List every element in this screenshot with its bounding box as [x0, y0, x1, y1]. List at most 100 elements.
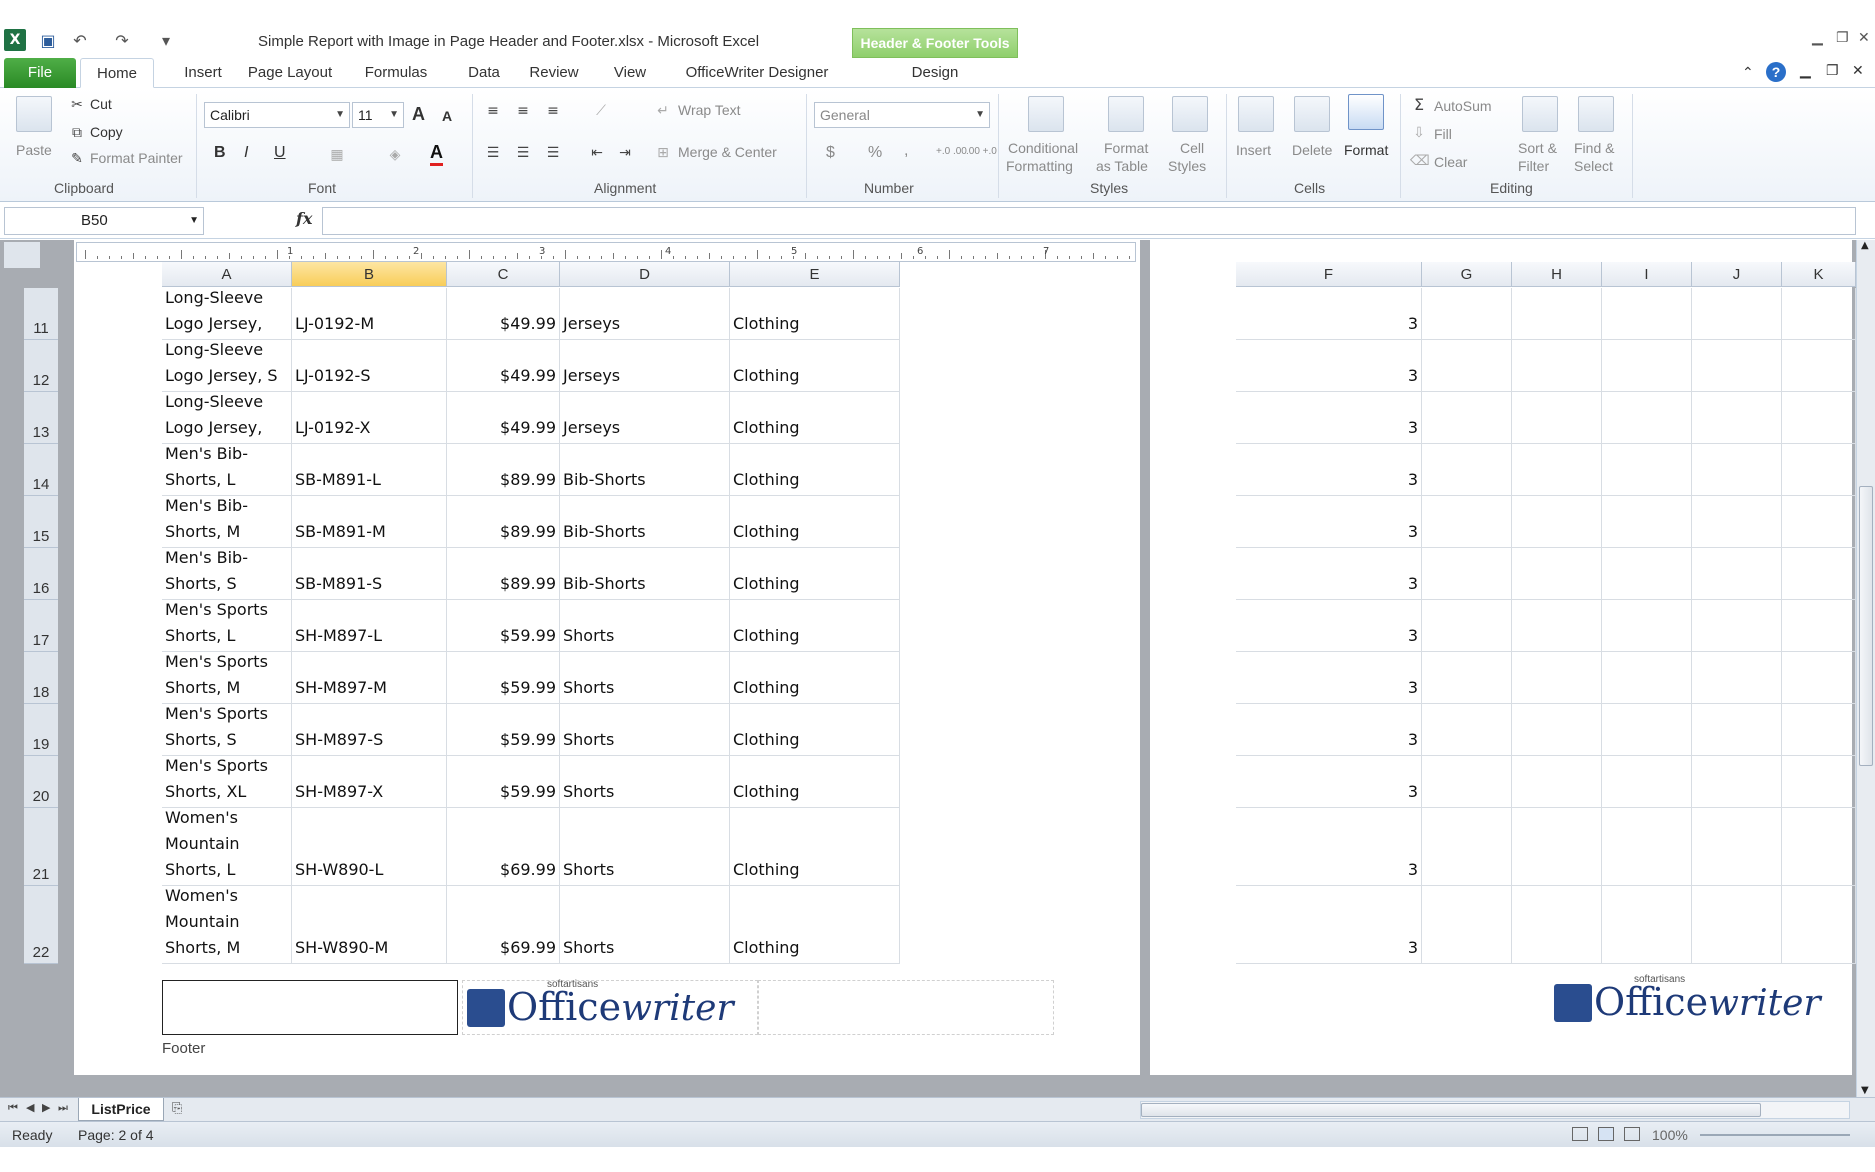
cell-a[interactable]: Men's Sports Shorts, L — [162, 600, 292, 651]
cell-a[interactable]: Men's Bib-Shorts, L — [162, 444, 292, 495]
cell-j[interactable] — [1692, 600, 1782, 651]
font-name-combo[interactable]: Calibri ▼ — [204, 102, 350, 128]
percent-button[interactable]: % — [868, 144, 882, 162]
find-select-button[interactable]: Find & — [1574, 140, 1614, 156]
tab-design[interactable]: Design — [852, 58, 1018, 88]
cell-f[interactable]: 3 — [1236, 288, 1422, 339]
cell-j[interactable] — [1692, 496, 1782, 547]
format-painter-button[interactable]: Format Painter — [90, 150, 183, 166]
row-header[interactable]: 20 — [24, 756, 58, 808]
cell-g[interactable] — [1422, 704, 1512, 755]
cell-e[interactable]: Clothing — [730, 600, 900, 651]
cell-e[interactable]: Clothing — [730, 340, 900, 391]
cell-h[interactable] — [1512, 288, 1602, 339]
cut-button[interactable]: Cut — [90, 96, 112, 112]
copy-button[interactable]: Copy — [90, 124, 123, 140]
delete-cells-button[interactable]: Delete — [1292, 142, 1332, 158]
tab-data[interactable]: Data — [456, 58, 512, 88]
cell-a[interactable]: Men's Bib-Shorts, M — [162, 496, 292, 547]
doc-restore-icon[interactable]: ❐ — [1826, 62, 1839, 79]
cell-d[interactable]: Shorts — [560, 652, 730, 703]
cell-g[interactable] — [1422, 652, 1512, 703]
cell-f[interactable]: 3 — [1236, 548, 1422, 599]
fill-button[interactable]: Fill — [1434, 126, 1452, 142]
cell-e[interactable]: Clothing — [730, 444, 900, 495]
cell-c[interactable]: $59.99 — [447, 600, 560, 651]
currency-button[interactable]: $ — [826, 144, 835, 162]
tab-insert[interactable]: Insert — [168, 58, 238, 88]
column-header-g[interactable]: G — [1422, 262, 1512, 287]
align-bottom-icon[interactable]: ≡ — [544, 102, 562, 120]
cell-a[interactable]: Women's Mountain Shorts, M — [162, 886, 292, 963]
format-as-table-button[interactable]: Format — [1104, 140, 1148, 156]
cell-d[interactable]: Bib-Shorts — [560, 548, 730, 599]
cell-d[interactable]: Shorts — [560, 600, 730, 651]
cell-f[interactable]: 3 — [1236, 704, 1422, 755]
cell-h[interactable] — [1512, 886, 1602, 963]
insert-sheet-icon[interactable]: ⎘ — [172, 1101, 182, 1116]
cell-g[interactable] — [1422, 444, 1512, 495]
vertical-scroll-thumb[interactable] — [1859, 486, 1873, 766]
cell-b[interactable]: SB-M891-S — [292, 548, 447, 599]
cell-k[interactable] — [1782, 756, 1856, 807]
horizontal-ruler[interactable]: 1 2 3 4 5 6 7 — [76, 242, 1136, 262]
cell-b[interactable]: SH-M897-L — [292, 600, 447, 651]
cell-h[interactable] — [1512, 548, 1602, 599]
cell-d[interactable]: Shorts — [560, 704, 730, 755]
autosum-button[interactable]: AutoSum — [1434, 98, 1492, 114]
footer-right-section[interactable] — [758, 980, 1054, 1035]
shrink-font-button[interactable]: A — [442, 108, 452, 124]
align-top-icon[interactable]: ≡ — [484, 102, 502, 120]
cell-f[interactable]: 3 — [1236, 444, 1422, 495]
cell-e[interactable]: Clothing — [730, 886, 900, 963]
column-header-a[interactable]: A — [162, 262, 292, 287]
sort-filter-button[interactable]: Sort & — [1518, 140, 1557, 156]
excel-app-icon[interactable]: X — [4, 29, 26, 51]
cell-k[interactable] — [1782, 392, 1856, 443]
tab-page-layout[interactable]: Page Layout — [242, 58, 338, 88]
cell-a[interactable]: Long-Sleeve Logo Jersey, S — [162, 340, 292, 391]
font-color-button[interactable]: A — [430, 142, 443, 166]
wrap-text-button[interactable]: Wrap Text — [678, 102, 741, 118]
sort-filter-button-line2[interactable]: Filter — [1518, 158, 1549, 174]
row-header[interactable]: 21 — [24, 808, 58, 886]
cell-e[interactable]: Clothing — [730, 808, 900, 885]
cell-j[interactable] — [1692, 340, 1782, 391]
normal-view-icon[interactable] — [1572, 1127, 1588, 1141]
cell-d[interactable]: Shorts — [560, 756, 730, 807]
align-right-icon[interactable]: ☰ — [544, 144, 562, 162]
cell-b[interactable]: SH-M897-X — [292, 756, 447, 807]
format-as-table-button-line2[interactable]: as Table — [1096, 158, 1148, 174]
insert-cells-button[interactable]: Insert — [1236, 142, 1271, 158]
cell-g[interactable] — [1422, 808, 1512, 885]
conditional-formatting-button[interactable]: Conditional — [1008, 140, 1078, 156]
cell-d[interactable]: Shorts — [560, 808, 730, 885]
cell-d[interactable]: Jerseys — [560, 392, 730, 443]
cell-c[interactable]: $59.99 — [447, 704, 560, 755]
cell-j[interactable] — [1692, 886, 1782, 963]
cell-i[interactable] — [1602, 288, 1692, 339]
redo-icon[interactable]: ↷ — [112, 31, 132, 51]
cell-d[interactable]: Jerseys — [560, 288, 730, 339]
merge-center-button[interactable]: Merge & Center — [678, 144, 777, 160]
zoom-level[interactable]: 100% — [1652, 1127, 1688, 1143]
row-header[interactable]: 13 — [24, 392, 58, 444]
row-header[interactable]: 22 — [24, 886, 58, 964]
row-header[interactable]: 16 — [24, 548, 58, 600]
first-sheet-icon[interactable]: ⏮ — [8, 1101, 18, 1115]
cell-i[interactable] — [1602, 756, 1692, 807]
cell-k[interactable] — [1782, 444, 1856, 495]
column-header-b[interactable]: B — [292, 262, 447, 287]
cell-f[interactable]: 3 — [1236, 496, 1422, 547]
insert-function-button[interactable]: fx — [296, 209, 312, 228]
cell-e[interactable]: Clothing — [730, 756, 900, 807]
cell-i[interactable] — [1602, 548, 1692, 599]
tab-home[interactable]: Home — [80, 58, 154, 88]
customize-qat-icon[interactable]: ▾ — [156, 31, 176, 51]
cell-i[interactable] — [1602, 704, 1692, 755]
minimize-button[interactable]: ▁ — [1812, 30, 1823, 46]
cell-a[interactable]: Men's Sports Shorts, S — [162, 704, 292, 755]
cell-f[interactable]: 3 — [1236, 340, 1422, 391]
column-header-j[interactable]: J — [1692, 262, 1782, 287]
cell-c[interactable]: $89.99 — [447, 444, 560, 495]
